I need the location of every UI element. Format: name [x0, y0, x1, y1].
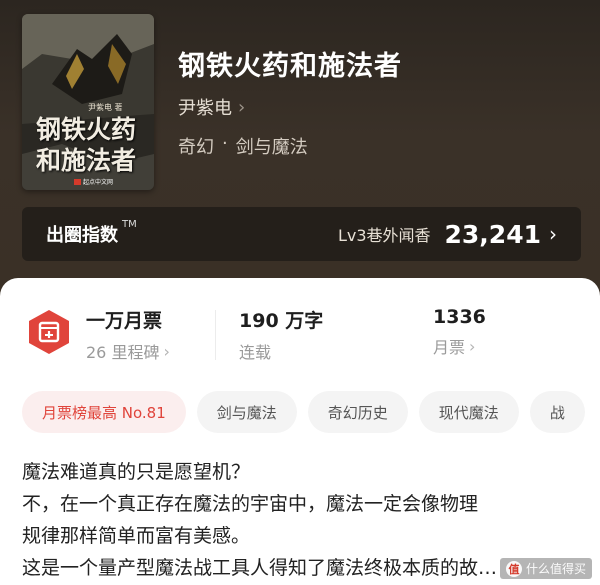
fan-index-label: 出圈指数 — [46, 225, 118, 246]
tag-item[interactable]: 剑与魔法 — [196, 391, 297, 433]
word-count-value: 190 万字 — [239, 310, 324, 332]
tag-list: 月票榜最高 No.81 剑与魔法 奇幻历史 现代魔法 战 — [22, 391, 585, 433]
tickets-stat[interactable]: 1336 月票 › — [433, 306, 486, 358]
cover-title: 钢铁火药 和施法者 — [36, 114, 148, 176]
book-description[interactable]: 魔法难道真的只是愿望机？ 不，在一个真正存在魔法的宇宙中，魔法一定会像物理 规律… — [22, 456, 582, 584]
book-header: 尹紫电 著 钢铁火药 和施法者 起点中文网 钢铁火药和施法者 尹紫电 › 奇幻 … — [0, 0, 600, 300]
tag-item[interactable]: 现代魔法 — [418, 391, 519, 433]
watermark: 值 什么值得买 — [499, 558, 592, 579]
tag-item[interactable]: 奇幻历史 — [307, 391, 408, 433]
monthly-ticket-stat[interactable]: 一万月票 26 里程碑 › — [86, 306, 170, 363]
trademark-mark: TM — [122, 219, 137, 230]
watermark-logo-icon: 值 — [505, 560, 522, 577]
serial-status: 连载 — [239, 343, 272, 362]
monthly-ticket-badge-icon — [29, 310, 69, 354]
description-line: 魔法难道真的只是愿望机？ — [22, 461, 251, 483]
detail-panel: 一万月票 26 里程碑 › 190 万字 连载 1336 月票 › 月票榜最高 … — [0, 278, 600, 585]
tickets-link: 月票 › — [433, 334, 486, 358]
fan-index-value: Lv3巷外闻香 23,241 › — [338, 220, 557, 249]
publisher-logo-icon — [74, 178, 81, 185]
subgenre-label[interactable]: 剑与魔法 — [236, 133, 308, 159]
book-cover[interactable]: 尹紫电 著 钢铁火药 和施法者 起点中文网 — [22, 14, 154, 190]
cover-title-line1: 钢铁火药 — [36, 115, 137, 144]
genre-label[interactable]: 奇幻 — [178, 133, 214, 159]
tag-ranking[interactable]: 月票榜最高 No.81 — [22, 391, 186, 433]
milestone-link: 26 里程碑 › — [86, 339, 170, 363]
cover-author: 尹紫电 著 — [88, 103, 123, 112]
monthly-ticket-value: 一万月票 — [86, 310, 163, 332]
cover-publisher-label: 起点中文网 — [83, 179, 114, 186]
chevron-right-icon: › — [163, 341, 170, 361]
chevron-right-icon: › — [549, 222, 557, 246]
milestone-label: 26 里程碑 — [86, 343, 160, 362]
fan-level: Lv3巷外闻香 — [337, 226, 431, 245]
fan-score: 23,241 — [444, 219, 541, 249]
tickets-label: 月票 — [433, 338, 466, 357]
genre-separator: · — [222, 133, 228, 154]
genre-row: 奇幻 · 剑与魔法 — [178, 133, 308, 159]
chevron-right-icon: › — [469, 336, 476, 356]
description-line: 不，在一个真正存在魔法的宇宙中，魔法一定会像物理 — [22, 493, 479, 515]
description-line: 这是一个量产型魔法战工具人得知了魔法终极本质的故… — [22, 557, 498, 579]
description-line: 规律那样简单而富有美感。 — [22, 525, 251, 547]
book-title: 钢铁火药和施法者 — [178, 51, 402, 82]
tag-item[interactable]: 战 — [529, 391, 585, 433]
stats-divider — [215, 310, 216, 360]
status-label: 连载 — [239, 339, 323, 363]
watermark-text: 什么值得买 — [525, 562, 586, 576]
author-name: 尹紫电 — [178, 98, 232, 119]
author-link[interactable]: 尹紫电 › — [178, 94, 245, 120]
word-count-stat: 190 万字 连载 — [239, 306, 323, 363]
tickets-value: 1336 — [433, 306, 486, 328]
fan-index-bar[interactable]: 出圈指数 TM Lv3巷外闻香 23,241 › — [22, 207, 581, 261]
chevron-right-icon: › — [238, 96, 246, 118]
cover-title-line2: 和施法者 — [36, 146, 137, 175]
stats-row: 一万月票 26 里程碑 › 190 万字 连载 1336 月票 › — [0, 278, 600, 388]
fan-index-title: 出圈指数 TM — [46, 219, 137, 247]
cover-publisher: 起点中文网 — [74, 177, 113, 186]
